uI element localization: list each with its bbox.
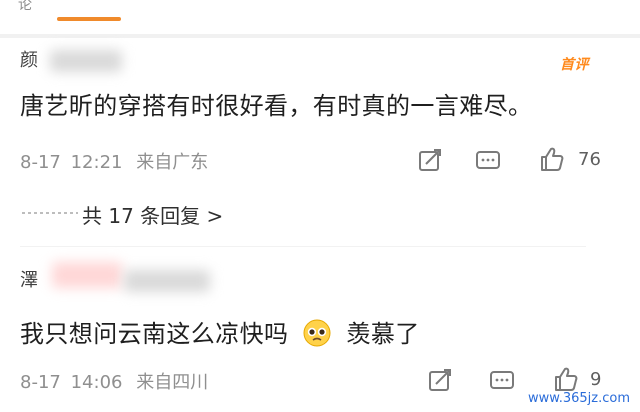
comment-1-hot-badge: 首评 <box>560 57 589 73</box>
comment-2-location: 来自四川 <box>136 372 209 393</box>
thumbs-up-icon-svg <box>541 147 564 171</box>
tab-label-fragment[interactable]: 论 <box>18 0 48 13</box>
comment-2-text-suffix: 羡慕了 <box>346 320 420 348</box>
comment-1-username-blurred[interactable] <box>50 50 122 72</box>
section-divider <box>0 34 640 38</box>
comment-icon-svg <box>490 371 514 389</box>
comment-2-time: 14:06 <box>70 372 123 393</box>
site-watermark: www.365jz.com <box>528 391 630 406</box>
active-tab-indicator <box>57 17 121 21</box>
comment-2-username-blurred-2[interactable] <box>124 270 210 292</box>
comment-separator <box>20 246 586 247</box>
comment-2-user-initial: 澤 <box>20 270 38 291</box>
comment-icon-svg <box>476 151 500 169</box>
pleading-face-emoji-icon <box>302 318 332 348</box>
replies-dotted-indent <box>22 212 78 214</box>
comment-1-timestamp: 8-17 12:21 来自广东 <box>20 148 208 174</box>
share-icon[interactable] <box>416 146 444 174</box>
comment-1-avatar[interactable]: 颜 <box>20 46 44 71</box>
share-icon[interactable] <box>426 366 454 394</box>
share-icon-svg <box>429 369 451 391</box>
comment-1-date: 8-17 <box>20 152 61 173</box>
comment-2-date: 8-17 <box>20 372 61 393</box>
comment-2-timestamp: 8-17 14:06 来自四川 <box>20 368 208 394</box>
comment-2-like-count: 9 <box>590 369 602 390</box>
comment-1-like-count: 76 <box>578 149 601 170</box>
view-replies-link[interactable]: 共 17 条回复 > <box>82 200 223 229</box>
thumbs-up-icon[interactable] <box>550 364 580 394</box>
comment-2-avatar[interactable]: 澤 <box>20 266 44 291</box>
comment-1-location: 来自广东 <box>136 152 209 173</box>
thumbs-up-icon-svg <box>555 367 578 391</box>
comment-2-text: 我只想问云南这么凉快吗 <box>20 320 289 348</box>
comment-1-text: 唐艺昕的穿搭有时很好看，有时真的一言难尽。 <box>20 92 533 120</box>
share-icon-svg <box>419 149 441 171</box>
thumbs-up-icon[interactable] <box>536 144 566 174</box>
comment-2-username-blurred[interactable] <box>52 262 122 288</box>
emoji-svg <box>303 319 331 347</box>
comment-2-text-row: 我只想问云南这么凉快吗 羡慕了 <box>20 314 420 349</box>
comment-icon[interactable] <box>474 146 502 174</box>
comment-icon[interactable] <box>488 366 516 394</box>
comment-1-time: 12:21 <box>70 152 123 173</box>
comment-1-user-initial: 颜 <box>20 50 38 71</box>
